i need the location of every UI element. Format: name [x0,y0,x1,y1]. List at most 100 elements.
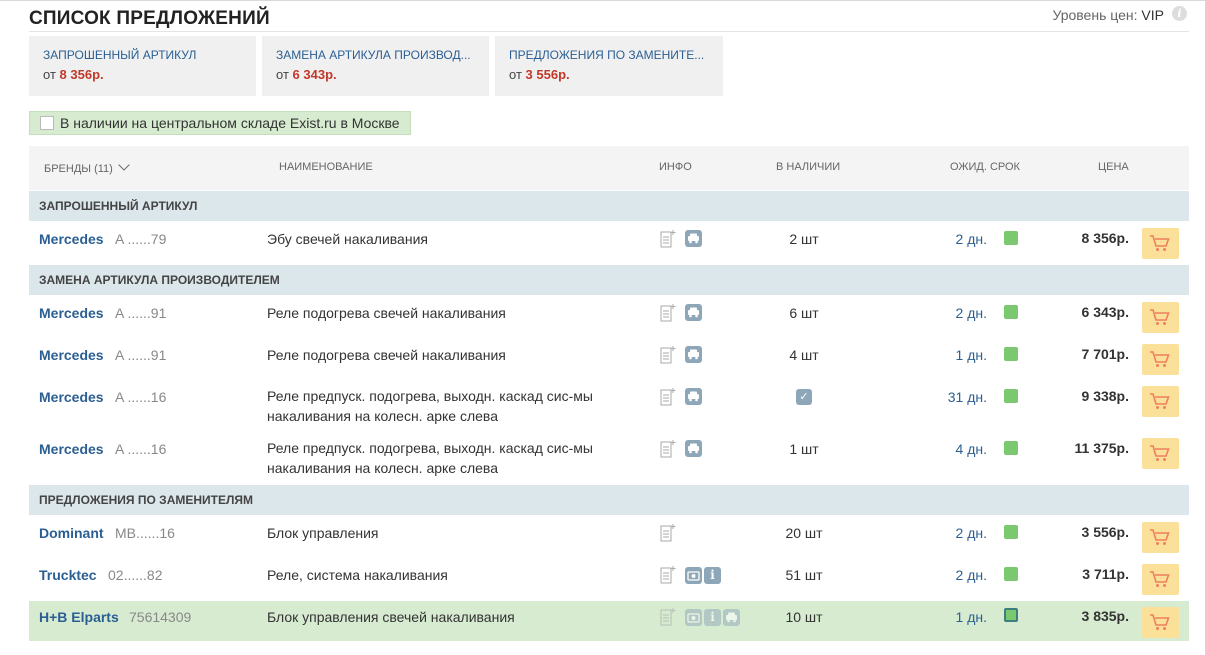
product-name: Реле предпуск. подогрева, выходн. каскад… [267,440,593,476]
brand-link[interactable]: Mercedes [39,231,104,247]
delivery-term[interactable]: 2 дн. [919,567,987,583]
doc-icon[interactable] [659,303,677,323]
cart-icon [1150,571,1170,587]
brand-link[interactable]: Mercedes [39,305,104,321]
stock-quantity: 20 шт [785,525,823,541]
card-substitute-offers[interactable]: ПРЕДЛОЖЕНИЯ ПО ЗАМЕНИТЕ... от 3 556р. [495,36,723,96]
cart-button[interactable] [1142,522,1179,553]
info-icon[interactable]: i [1172,6,1187,21]
column-price: ЦЕНА [1098,161,1129,173]
camera-icon[interactable] [685,609,702,626]
status-indicator [1004,525,1018,539]
stock-quantity: 4 шт [789,347,819,363]
status-indicator [1004,305,1018,319]
delivery-term[interactable]: 1 дн. [919,347,987,363]
chevron-down-icon[interactable] [118,159,130,171]
brand-link[interactable]: H+B Elparts [39,609,119,625]
stock-quantity: 10 шт [785,609,823,625]
status-indicator [1004,347,1018,361]
stock-quantity: 2 шт [789,231,819,247]
table-header: БРЕНДЫ (11) НАИМЕНОВАНИЕ ИНФО В НАЛИЧИИ … [29,146,1189,190]
cart-button[interactable] [1142,564,1179,595]
brand-link[interactable]: Dominant [39,525,104,541]
offers-page: СПИСОК ПРЕДЛОЖЕНИЙ Уровень цен: VIP i ЗА… [29,0,1189,655]
brand-link[interactable]: Trucktec [39,567,97,583]
price-level-label: Уровень цен: [1052,7,1138,23]
card-price: от 8 356р. [43,67,104,82]
info-icon[interactable]: i [704,567,721,584]
delivery-term[interactable]: 2 дн. [919,525,987,541]
stock-filter-checkbox[interactable] [40,116,54,130]
card-requested-article[interactable]: ЗАПРОШЕННЫЙ АРТИКУЛ от 8 356р. [29,36,256,96]
price: 9 338р. [1081,388,1129,404]
cart-icon [1150,309,1170,325]
doc-icon[interactable] [659,345,677,365]
doc-icon[interactable] [659,439,677,459]
page-header: СПИСОК ПРЕДЛОЖЕНИЙ Уровень цен: VIP i [29,4,1189,32]
cart-button[interactable] [1142,344,1179,375]
doc-icon[interactable] [659,523,677,543]
delivery-term[interactable]: 2 дн. [919,231,987,247]
status-indicator [1004,608,1018,622]
card-manufacturer-replacement[interactable]: ЗАМЕНА АРТИКУЛА ПРОИЗВОД... от 6 343р. [262,36,489,96]
product-name: Реле подогрева свечей накаливания [267,347,506,363]
product-name: Блок управления свечей накаливания [267,609,515,625]
brand-link[interactable]: Mercedes [39,389,104,405]
camera-icon[interactable] [685,567,702,584]
table-row: Mercedes A ......16 Реле предпуск. подог… [29,379,1189,431]
price: 7 701р. [1081,346,1129,362]
card-title: ЗАМЕНА АРТИКУЛА ПРОИЗВОД... [276,48,471,62]
car-icon[interactable] [685,440,702,457]
article-number: A ......79 [115,231,167,247]
cart-button[interactable] [1142,607,1179,638]
status-indicator [1004,441,1018,455]
cart-icon [1150,445,1170,461]
doc-icon[interactable] [659,607,677,627]
article-number: A ......16 [115,389,167,405]
delivery-term[interactable]: 2 дн. [919,305,987,321]
column-brands[interactable]: БРЕНДЫ (11) [44,159,130,175]
table-row-highlighted: H+B Elparts 75614309 Блок управления све… [29,601,1189,641]
brand-link[interactable]: Mercedes [39,441,104,457]
car-icon[interactable] [723,609,740,626]
price: 8 356р. [1081,230,1129,246]
article-number: 02......82 [108,567,163,583]
status-indicator [1004,231,1018,245]
stock-quantity: 6 шт [789,305,819,321]
car-icon[interactable] [685,304,702,321]
price: 6 343р. [1081,304,1129,320]
cart-button[interactable] [1142,228,1179,259]
card-price: от 6 343р. [276,67,337,82]
article-number: 75614309 [129,609,192,625]
car-icon[interactable] [685,346,702,363]
delivery-term[interactable]: 31 дн. [919,389,987,405]
cart-icon [1150,614,1170,630]
stock-filter-label: В наличии на центральном складе Exist.ru… [60,115,400,131]
stock-filter[interactable]: В наличии на центральном складе Exist.ru… [29,111,411,135]
cart-icon [1150,529,1170,545]
delivery-term[interactable]: 1 дн. [919,609,987,625]
price-level-value: VIP [1141,7,1164,23]
card-price: от 3 556р. [509,67,570,82]
status-indicator [1004,389,1018,403]
product-name: Реле, система накаливания [267,567,448,583]
section-requested: ЗАПРОШЕННЫЙ АРТИКУЛ [29,191,1189,221]
cart-button[interactable] [1142,386,1179,417]
car-icon[interactable] [685,388,702,405]
column-name: НАИМЕНОВАНИЕ [279,161,373,173]
in-stock-check-icon: ✓ [796,389,812,405]
brand-link[interactable]: Mercedes [39,347,104,363]
delivery-term[interactable]: 4 дн. [919,441,987,457]
price: 3 835р. [1081,608,1129,624]
cart-button[interactable] [1142,438,1179,469]
car-icon[interactable] [685,230,702,247]
doc-icon[interactable] [659,229,677,249]
info-icon[interactable]: i [704,609,721,626]
stock-quantity: 1 шт [789,441,819,457]
product-name: Реле предпуск. подогрева, выходн. каскад… [267,388,593,424]
doc-icon[interactable] [659,387,677,407]
cart-button[interactable] [1142,302,1179,333]
price: 11 375р. [1074,440,1130,456]
doc-icon[interactable] [659,565,677,585]
article-number: A ......91 [115,347,167,363]
